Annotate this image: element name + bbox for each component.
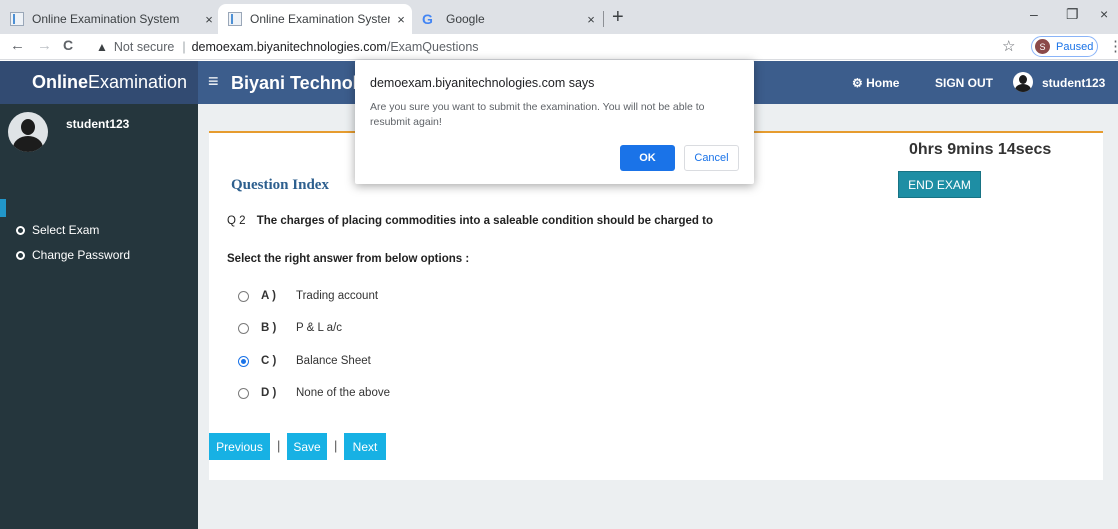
nav-username[interactable]: student123 [1042, 76, 1105, 90]
browser-tab-strip: Online Examination System × Online Exami… [0, 0, 1118, 34]
hamburger-menu-icon[interactable]: ≡ [208, 71, 219, 92]
circle-icon [16, 225, 25, 235]
address-bar-row: ← → C ▲ Not secure | demoexam.biyanitech… [0, 34, 1118, 60]
brand-rest-text: Examination [88, 72, 188, 92]
security-label: Not secure [113, 40, 175, 54]
brand-bold-text: Online [32, 72, 89, 92]
dialog-message: Are you sure you want to submit the exam… [370, 101, 705, 128]
close-tab-icon[interactable]: × [390, 12, 412, 27]
sign-out-link[interactable]: SIGN OUT [935, 76, 993, 90]
forward-icon[interactable]: → [37, 37, 52, 54]
option-letter: B ) [261, 322, 277, 334]
circle-icon [16, 250, 25, 260]
option-letter: C ) [261, 355, 277, 367]
radio-button[interactable] [238, 290, 249, 302]
close-tab-icon[interactable]: × [580, 12, 602, 27]
sidebar-username: student123 [66, 117, 130, 131]
sidebar: student123 Select Exam Change Password [0, 104, 198, 529]
profile-button[interactable]: S Paused [1031, 36, 1098, 57]
dialog-title: demoexam.biyanitechnologies.com says [370, 76, 595, 90]
instruction-text: Select the right answer from below optio… [227, 253, 470, 265]
browser-tab-1[interactable]: Online Examination System × [0, 4, 220, 34]
cancel-button[interactable]: Cancel [684, 145, 739, 171]
browser-tab-3[interactable]: G Google × [412, 4, 602, 34]
sidebar-item-select-exam[interactable]: Select Exam [16, 223, 99, 237]
option-c[interactable]: C ) Balance Sheet [238, 355, 371, 367]
question-number: Q 2 [227, 215, 246, 227]
page-favicon-icon [228, 12, 242, 26]
dashboard-icon: ⚙ [852, 76, 863, 90]
question-text: The charges of placing commodities into … [256, 215, 713, 227]
bookmark-star-icon[interactable]: ☆ [1002, 37, 1015, 55]
url-path: /ExamQuestions [386, 40, 479, 54]
warning-icon[interactable]: ▲ [96, 40, 108, 54]
option-text: Trading account [296, 290, 379, 302]
restore-button[interactable]: ❐ [1066, 6, 1079, 23]
option-text: P & L a/c [296, 322, 343, 334]
browser-tab-2[interactable]: Online Examination System × [218, 4, 412, 34]
option-d[interactable]: D ) None of the above [238, 387, 390, 399]
page-favicon-icon [10, 12, 24, 26]
sidebar-item-label: Select Exam [32, 223, 100, 237]
button-separator: | [277, 438, 281, 453]
end-exam-button[interactable]: END EXAM [898, 171, 981, 198]
question-line: Q 2 The charges of placing commodities i… [227, 215, 713, 227]
option-text: None of the above [296, 387, 390, 399]
save-button[interactable]: Save [287, 433, 327, 460]
url-input[interactable]: ▲ Not secure | demoexam.biyanitechnologi… [96, 37, 996, 57]
radio-button[interactable] [238, 322, 249, 334]
sidebar-item-label: Change Password [32, 248, 131, 262]
url-host: demoexam.biyanitechnologies.com [191, 40, 387, 54]
tab-divider [603, 11, 604, 27]
radio-button-selected[interactable] [238, 355, 249, 367]
option-b[interactable]: B ) P & L a/c [238, 322, 342, 334]
google-favicon-icon: G [422, 11, 433, 27]
new-tab-button[interactable]: + [612, 6, 624, 29]
next-button[interactable]: Next [344, 433, 386, 460]
back-icon[interactable]: ← [10, 37, 25, 54]
option-letter: A ) [261, 290, 276, 302]
sidebar-item-change-password[interactable]: Change Password [16, 248, 130, 262]
exam-timer: 0hrs 9mins 14secs [909, 141, 1052, 158]
tab-title: Google [446, 12, 485, 26]
active-indicator [0, 199, 6, 217]
browser-menu-icon[interactable]: ⋮ [1108, 37, 1118, 55]
tab-title: Online Examination System [250, 12, 390, 26]
avatar [8, 112, 48, 152]
brand-logo[interactable]: Online Examination [0, 61, 198, 104]
option-letter: D ) [261, 387, 277, 399]
reload-icon[interactable]: C [63, 37, 73, 53]
tab-title: Online Examination System [32, 12, 180, 26]
option-text: Balance Sheet [296, 355, 371, 367]
close-window-button[interactable]: × [1100, 6, 1108, 22]
close-tab-icon[interactable]: × [198, 12, 220, 27]
ok-button[interactable]: OK [620, 145, 675, 171]
home-link[interactable]: ⚙ Home [852, 76, 899, 90]
home-label: Home [866, 76, 900, 90]
profile-status: Paused [1056, 40, 1094, 53]
confirm-dialog: demoexam.biyanitechnologies.com says Are… [355, 60, 754, 184]
option-a[interactable]: A ) Trading account [238, 290, 378, 302]
previous-button[interactable]: Previous [209, 433, 270, 460]
profile-avatar: S [1035, 39, 1050, 54]
omnibox-divider: | [182, 40, 186, 54]
button-separator: | [334, 438, 338, 453]
question-index-link[interactable]: Question Index [231, 177, 329, 194]
minimize-button[interactable]: – [1030, 6, 1038, 22]
radio-button[interactable] [238, 387, 249, 399]
user-avatar-icon[interactable] [1013, 72, 1033, 92]
